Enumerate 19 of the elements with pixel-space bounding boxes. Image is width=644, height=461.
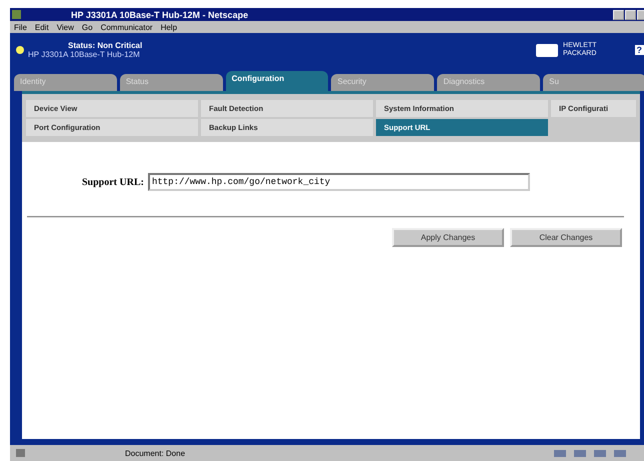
status-text: Status: Non Critical xyxy=(68,41,142,50)
tab[interactable]: Configuration xyxy=(226,71,328,91)
field-label: Support URL: xyxy=(82,176,144,188)
window-title: HP J3301A 10Base-T Hub-12M - Netscape xyxy=(71,10,250,20)
menu-item[interactable]: Edit xyxy=(34,22,49,32)
status-text: Document: Done xyxy=(125,448,186,458)
menu-item[interactable]: Help xyxy=(160,22,178,32)
input-field[interactable]: http://www.hp.com/go/network_city xyxy=(148,173,530,191)
device-name: HP J3301A 10Base-T Hub-12M xyxy=(28,50,141,59)
minimize-button[interactable] xyxy=(613,10,624,20)
menu-item[interactable]: Communicator xyxy=(100,22,153,32)
help-button[interactable]: ? xyxy=(634,45,644,55)
maximize-button[interactable] xyxy=(625,10,636,20)
action-button[interactable]: Apply Changes xyxy=(392,228,504,247)
menu-item[interactable]: View xyxy=(56,22,74,32)
menu-item[interactable]: Go xyxy=(82,22,93,32)
status-light-icon xyxy=(16,46,24,54)
menu-item[interactable]: File xyxy=(14,22,27,32)
action-button[interactable]: Clear Changes xyxy=(510,228,622,247)
